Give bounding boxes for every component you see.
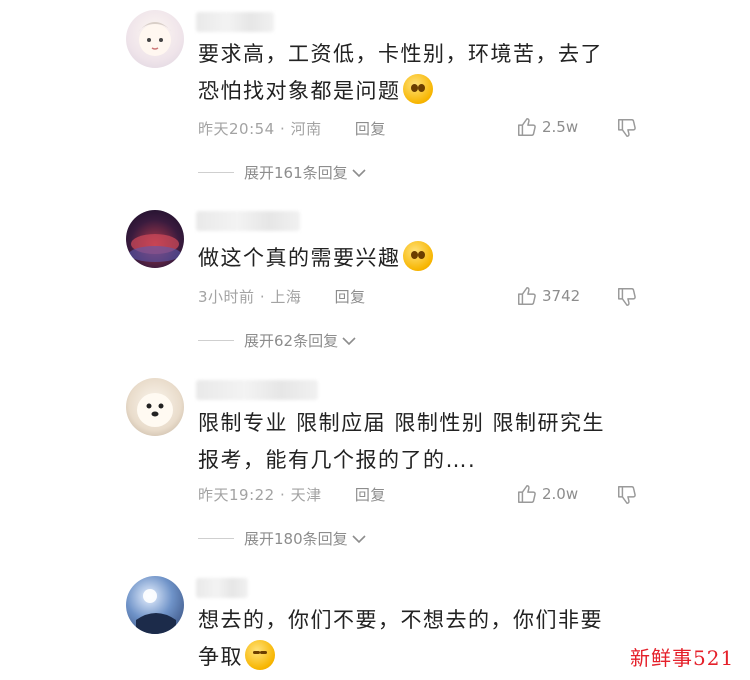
expand-replies-label: 展开62条回复 bbox=[244, 332, 339, 350]
divider bbox=[198, 538, 234, 539]
laughing-face-emoji-icon bbox=[245, 640, 275, 670]
chevron-down-icon bbox=[342, 336, 356, 345]
expand-replies-button[interactable]: 展开161条回复 bbox=[198, 162, 366, 183]
thumbs-down-icon[interactable] bbox=[616, 286, 638, 308]
chevron-down-icon bbox=[352, 534, 366, 543]
username[interactable] bbox=[196, 211, 300, 231]
like-button[interactable]: 2.5w bbox=[516, 116, 578, 138]
thumbs-up-icon bbox=[518, 118, 536, 136]
comment-text: 想去的，你们不要，不想去的，你们非要 争取 bbox=[198, 602, 638, 676]
watermark: 新鲜事521 bbox=[630, 646, 735, 670]
meta-separator: · bbox=[259, 288, 271, 306]
chevron-down-icon bbox=[352, 168, 366, 177]
reply-button[interactable]: 回复 bbox=[355, 486, 386, 504]
avatar[interactable] bbox=[126, 576, 184, 634]
avatar-image bbox=[137, 393, 173, 427]
comment-text: 要求高，工资低，卡性别，环境苦，去了 恐怕找对象都是问题 bbox=[198, 36, 638, 110]
comment-time: 3小时前 bbox=[198, 288, 255, 306]
like-count: 2.5w bbox=[542, 118, 579, 136]
comment-text-line: 报考，能有几个报的了的…. bbox=[198, 448, 477, 472]
thumbs-up-icon bbox=[518, 287, 536, 305]
avatar-image bbox=[129, 234, 181, 262]
thumbs-down-icon[interactable] bbox=[616, 484, 638, 506]
comment-time: 昨天20:54 bbox=[198, 120, 275, 138]
meta-separator: · bbox=[280, 120, 291, 138]
comment-text-line: 做这个真的需要兴趣 bbox=[198, 240, 638, 277]
comment-text-line: 想去的，你们不要，不想去的，你们非要 bbox=[198, 608, 603, 632]
comment-text: 做这个真的需要兴趣 bbox=[198, 240, 638, 277]
divider bbox=[198, 172, 234, 173]
expand-replies-button[interactable]: 展开62条回复 bbox=[198, 330, 356, 351]
like-button[interactable]: 3742 bbox=[516, 285, 580, 307]
divider bbox=[198, 340, 234, 341]
username[interactable] bbox=[196, 380, 318, 400]
expand-replies-label: 展开180条回复 bbox=[244, 530, 348, 548]
avatar-image bbox=[136, 589, 176, 634]
thumbs-up-icon bbox=[518, 485, 536, 503]
reply-button[interactable]: 回复 bbox=[335, 288, 366, 306]
like-count: 2.0w bbox=[542, 485, 579, 503]
avatar[interactable] bbox=[126, 378, 184, 436]
comment-text: 限制专业 限制应届 限制性别 限制研究生 报考，能有几个报的了的…. bbox=[198, 405, 638, 479]
like-count: 3742 bbox=[542, 287, 581, 305]
meta-separator: · bbox=[280, 486, 291, 504]
comment-location: 天津 bbox=[290, 486, 322, 504]
comment-meta: 昨天19:22 · 天津 回复 bbox=[198, 484, 386, 505]
comment-text-line: 争取 bbox=[198, 639, 638, 676]
reply-button[interactable]: 回复 bbox=[355, 120, 386, 138]
smiling-face-emoji-icon bbox=[402, 74, 433, 104]
comment-text-line: 限制专业 限制应届 限制性别 限制研究生 bbox=[198, 411, 606, 435]
comment-text-line: 恐怕找对象都是问题 bbox=[198, 73, 638, 110]
comment-meta: 昨天20:54 · 河南 回复 bbox=[198, 118, 386, 139]
comment-location: 上海 bbox=[270, 288, 302, 306]
avatar[interactable] bbox=[126, 210, 184, 268]
expand-replies-button[interactable]: 展开180条回复 bbox=[198, 528, 366, 549]
comment-text-line: 要求高，工资低，卡性别，环境苦，去了 bbox=[198, 42, 603, 66]
avatar-image bbox=[138, 22, 172, 56]
comment-time: 昨天19:22 bbox=[198, 486, 275, 504]
avatar[interactable] bbox=[126, 10, 184, 68]
username[interactable] bbox=[196, 12, 274, 32]
username[interactable] bbox=[196, 578, 248, 598]
thumbs-down-icon[interactable] bbox=[616, 117, 638, 139]
expand-replies-label: 展开161条回复 bbox=[244, 164, 348, 182]
comment-location: 河南 bbox=[290, 120, 322, 138]
smiling-face-emoji-icon bbox=[402, 241, 433, 271]
like-button[interactable]: 2.0w bbox=[516, 483, 578, 505]
comment-meta: 3小时前 · 上海 回复 bbox=[198, 286, 366, 307]
